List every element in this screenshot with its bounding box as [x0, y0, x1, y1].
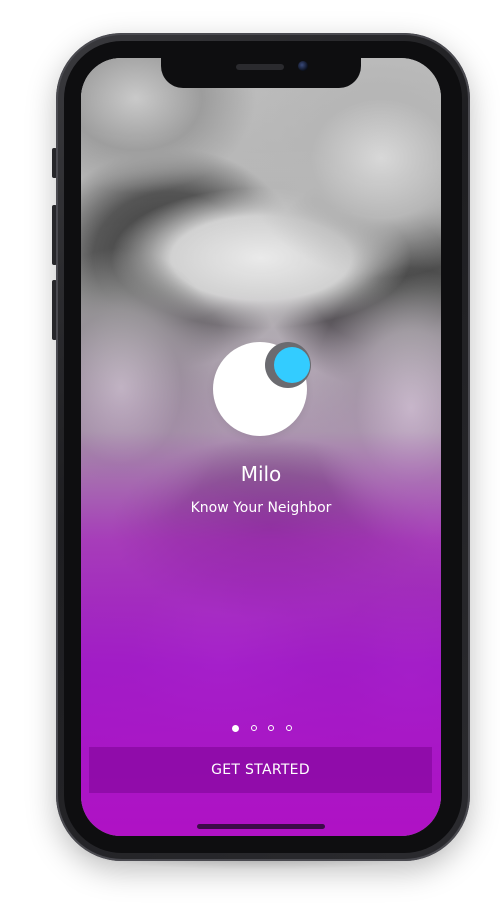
page-indicator — [232, 722, 292, 734]
notch — [161, 58, 361, 88]
home-indicator[interactable] — [197, 824, 325, 829]
purple-gradient-overlay — [81, 58, 441, 836]
get-started-button[interactable]: GET STARTED — [89, 747, 432, 793]
earpiece-speaker — [236, 64, 284, 70]
app-name: Milo — [240, 462, 282, 486]
page-dot-4[interactable] — [285, 725, 292, 731]
app-tagline: Know Your Neighbor — [190, 500, 332, 516]
device-mockup: Milo Know Your Neighbor GET STARTED — [0, 0, 500, 918]
logo-accent-dot — [274, 347, 310, 383]
page-dot-3[interactable] — [268, 725, 275, 731]
page-dot-2[interactable] — [250, 725, 257, 731]
front-camera — [298, 61, 308, 71]
onboarding-screen — [81, 58, 441, 836]
page-dot-1[interactable] — [232, 724, 239, 732]
